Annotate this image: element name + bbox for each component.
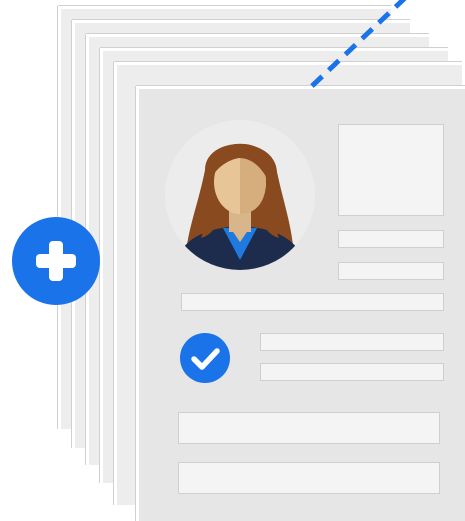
placeholder-line xyxy=(181,293,444,311)
avatar xyxy=(165,120,315,270)
placeholder-line xyxy=(338,262,444,280)
avatar-icon xyxy=(175,143,305,270)
placeholder-field xyxy=(178,412,440,444)
document-stack-illustration xyxy=(0,0,465,521)
photo-placeholder xyxy=(338,124,444,216)
plus-icon xyxy=(36,241,76,281)
placeholder-field xyxy=(178,462,440,494)
check-icon xyxy=(191,348,220,370)
check-badge xyxy=(180,333,230,383)
placeholder-line xyxy=(260,363,444,381)
add-button[interactable] xyxy=(12,217,100,305)
placeholder-line xyxy=(338,230,444,248)
placeholder-line xyxy=(260,333,444,351)
